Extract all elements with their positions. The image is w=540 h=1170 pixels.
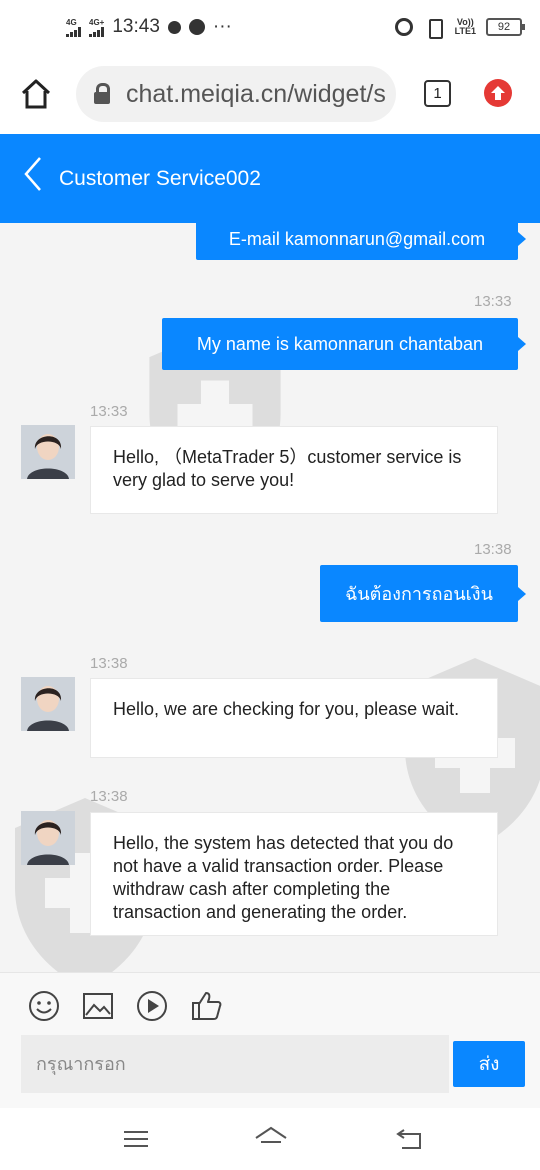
back-chevron-icon[interactable]: [18, 154, 48, 194]
message-app-icon: [188, 19, 205, 35]
agent-name: Customer Service002: [59, 167, 261, 190]
battery-indicator: 92: [486, 18, 525, 36]
signal-2-icon: 4G+: [89, 18, 104, 37]
address-bar[interactable]: chat.meiqia.cn/widget/s: [76, 66, 396, 122]
agent-avatar: [21, 677, 75, 731]
message-timestamp: 13:38: [90, 655, 128, 672]
alarm-icon: [394, 18, 413, 36]
lock-icon: [92, 83, 112, 105]
outgoing-message: ฉันต้องการถอนเงิน: [320, 565, 526, 622]
line-app-icon: [167, 20, 181, 34]
incoming-message: Hello, （MetaTrader 5）customer service is…: [90, 426, 498, 514]
network-type-1: 4G: [66, 17, 77, 27]
status-right: Vo)) LTE1 92: [394, 17, 525, 39]
more-notifications: ···: [212, 16, 232, 37]
status-time: 13:43: [112, 16, 160, 37]
incoming-message: Hello, the system has detected that you …: [90, 812, 498, 936]
agent-avatar: [21, 425, 75, 479]
volte-indicator: Vo)) LTE1: [454, 17, 476, 36]
send-button[interactable]: ส่ง: [453, 1041, 525, 1087]
url-text: chat.meiqia.cn/widget/s: [126, 79, 386, 108]
agent-avatar: [21, 811, 75, 865]
status-left: 4G 4G+ 13:43 ···: [66, 16, 232, 38]
outgoing-message: E-mail kamonnarun@gmail.com: [196, 223, 526, 260]
incoming-message: Hello, we are checking for you, please w…: [90, 678, 498, 758]
message-timestamp: 13:33: [90, 403, 128, 420]
update-arrow-icon[interactable]: [484, 79, 512, 107]
network-type-2: 4G+: [89, 17, 105, 27]
video-icon[interactable]: [135, 989, 169, 1023]
back-icon[interactable]: [394, 1124, 424, 1154]
emoji-icon[interactable]: [27, 989, 61, 1023]
message-timestamp: 13:33: [474, 293, 512, 310]
status-bar: 4G 4G+ 13:43 ··· Vo)) LTE1 92: [0, 0, 540, 60]
message-timestamp: 13:38: [90, 788, 128, 805]
message-input[interactable]: [21, 1035, 449, 1093]
message-timestamp: 13:38: [474, 541, 512, 558]
home-icon[interactable]: [254, 1124, 288, 1154]
vibrate-icon: [423, 18, 445, 39]
chat-header: Customer Service002: [0, 134, 540, 223]
system-nav-bar: [0, 1108, 540, 1170]
browser-toolbar: chat.meiqia.cn/widget/s 1: [0, 60, 540, 134]
thumbs-up-icon[interactable]: [190, 989, 224, 1023]
message-list[interactable]: E-mail kamonnarun@gmail.com 13:33 My nam…: [0, 223, 540, 972]
image-icon[interactable]: [81, 989, 115, 1023]
browser-home-icon[interactable]: [20, 78, 52, 110]
outgoing-message: My name is kamonnarun chantaban: [162, 318, 526, 370]
menu-icon[interactable]: [121, 1124, 151, 1154]
composer: ส่ง: [0, 972, 540, 1108]
tab-switcher-button[interactable]: 1: [424, 80, 451, 107]
signal-1-icon: 4G: [66, 18, 81, 37]
